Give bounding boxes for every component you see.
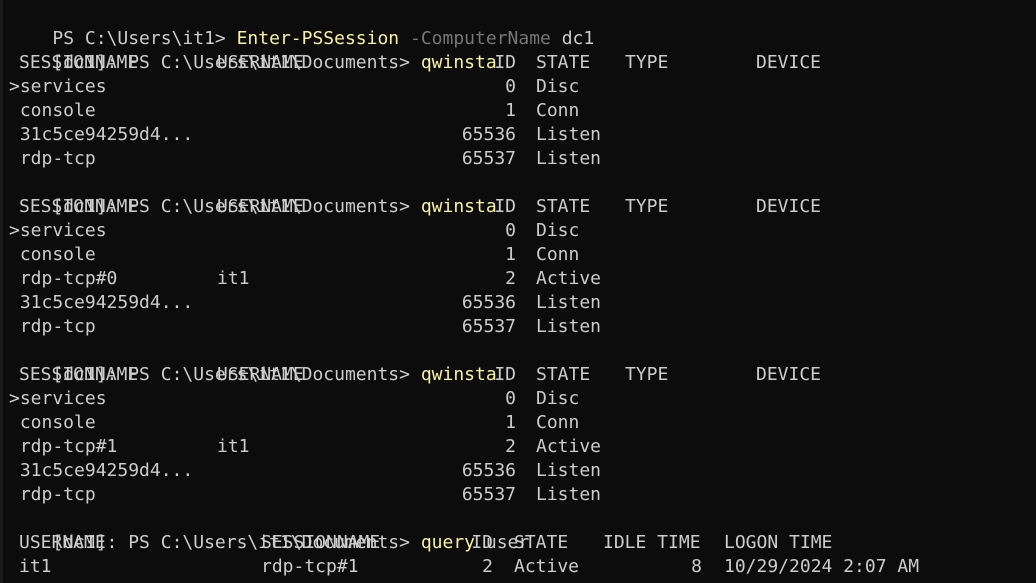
row-id: 65536: [461, 292, 516, 313]
command-line-query-user: [dc1]: PS C:\Users\it1\Documents> query …: [9, 507, 529, 553]
row-state: Disc: [536, 388, 580, 409]
row-state: Conn: [536, 412, 580, 433]
header-sessionname: SESSIONNAME: [19, 364, 139, 385]
header-type: TYPE: [625, 196, 669, 217]
row-id: 2: [505, 268, 516, 289]
row-state: Listen: [536, 460, 602, 481]
row-sessionname: rdp-tcp: [9, 316, 96, 337]
header-device: DEVICE: [756, 52, 822, 73]
header-username: USERNAME: [19, 532, 106, 553]
command-line-enter-pssession: PS C:\Users\it1> Enter-PSSession -Comput…: [9, 3, 594, 49]
row-sessionname: rdp-tcp#1: [9, 436, 118, 457]
row-sessionname: 31c5ce94259d4...: [9, 292, 194, 313]
row-sessionname: >services: [9, 388, 107, 409]
row-sessionname: 31c5ce94259d4...: [9, 460, 194, 481]
row-state: Listen: [536, 148, 602, 169]
row-id: 65536: [461, 460, 516, 481]
row-state: Active: [536, 436, 602, 457]
row-state: Active: [514, 556, 580, 577]
header-logon-time: LOGON TIME: [724, 532, 833, 553]
row-sessionname: rdp-tcp#1: [261, 556, 359, 577]
row-state: Listen: [536, 292, 602, 313]
row-idle-time: 8: [691, 556, 702, 577]
row-sessionname: >services: [9, 220, 107, 241]
header-username: USERNAME: [217, 52, 304, 73]
row-logon-time: 10/29/2024 2:07 AM: [724, 556, 920, 577]
header-sessionname: SESSIONNAME: [19, 196, 139, 217]
terminal-window[interactable]: PS C:\Users\it1> Enter-PSSession -Comput…: [0, 0, 1036, 583]
row-sessionname: rdp-tcp: [9, 148, 96, 169]
command-line-qwinsta-2: [dc1]: PS C:\Users\it1\Documents> qwinst…: [9, 171, 496, 217]
row-id: 65536: [461, 124, 516, 145]
row-username: it1: [19, 556, 52, 577]
row-id: 1: [505, 100, 516, 121]
row-sessionname: rdp-tcp#0: [9, 268, 118, 289]
header-id: ID: [471, 532, 493, 553]
header-state: STATE: [514, 532, 569, 553]
row-id: 1: [505, 244, 516, 265]
row-id: 2: [482, 556, 493, 577]
row-sessionname: console: [9, 412, 96, 433]
row-username: it1: [217, 268, 250, 289]
argument-text: dc1: [550, 28, 595, 49]
header-sessionname: SESSIONNAME: [261, 532, 381, 553]
row-state: Listen: [536, 316, 602, 337]
header-sessionname: SESSIONNAME: [19, 52, 139, 73]
row-state: Active: [536, 268, 602, 289]
command-line-qwinsta-3: [dc1]: PS C:\Users\it1\Documents> qwinst…: [9, 339, 496, 385]
header-idle-time: IDLE TIME: [603, 532, 701, 553]
row-state: Listen: [536, 124, 602, 145]
header-type: TYPE: [625, 52, 669, 73]
header-device: DEVICE: [756, 196, 822, 217]
header-username: USERNAME: [217, 364, 304, 385]
row-sessionname: console: [9, 244, 96, 265]
window-edge: [0, 0, 3, 583]
command-line-qwinsta-1: [dc1]: PS C:\Users\it1\Documents> qwinst…: [9, 27, 496, 73]
row-id: 65537: [461, 148, 516, 169]
row-state: Listen: [536, 484, 602, 505]
row-id: 2: [505, 436, 516, 457]
header-type: TYPE: [625, 364, 669, 385]
row-sessionname: 31c5ce94259d4...: [9, 124, 194, 145]
row-id: 0: [505, 388, 516, 409]
header-username: USERNAME: [217, 196, 304, 217]
header-device: DEVICE: [756, 364, 822, 385]
header-id: ID: [494, 364, 516, 385]
row-sessionname: >services: [9, 76, 107, 97]
row-sessionname: rdp-tcp: [9, 484, 96, 505]
header-state: STATE: [536, 52, 591, 73]
row-state: Disc: [536, 76, 580, 97]
row-id: 1: [505, 412, 516, 433]
row-id: 0: [505, 76, 516, 97]
row-state: Conn: [536, 100, 580, 121]
row-state: Conn: [536, 244, 580, 265]
row-sessionname: console: [9, 100, 96, 121]
header-id: ID: [494, 52, 516, 73]
header-state: STATE: [536, 364, 591, 385]
row-id: 65537: [461, 484, 516, 505]
header-id: ID: [494, 196, 516, 217]
header-state: STATE: [536, 196, 591, 217]
row-id: 0: [505, 220, 516, 241]
row-username: it1: [217, 436, 250, 457]
row-state: Disc: [536, 220, 580, 241]
row-id: 65537: [461, 316, 516, 337]
